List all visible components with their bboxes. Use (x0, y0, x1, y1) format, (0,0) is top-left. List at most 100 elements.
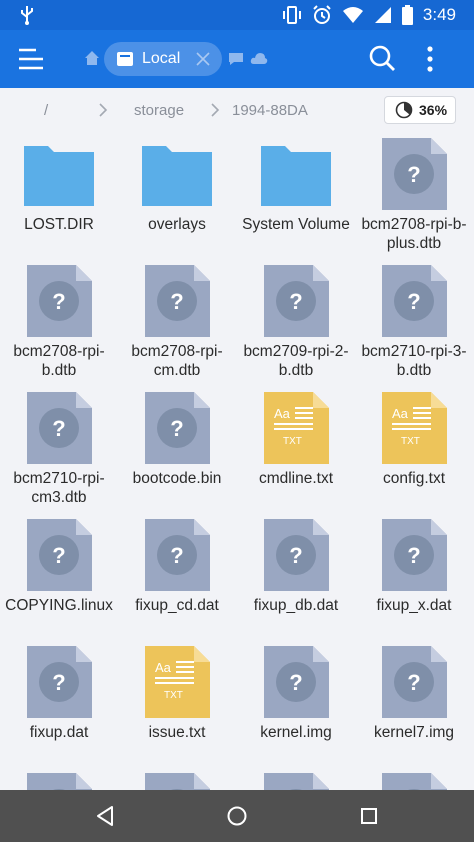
file-item[interactable]: ? fixup.dat (0, 646, 118, 766)
more-vert-icon[interactable] (420, 44, 440, 74)
svg-text:?: ? (52, 289, 65, 314)
unknown-file-icon: ? (24, 519, 94, 591)
unknown-file-icon: ? (379, 519, 449, 591)
file-item[interactable]: ? bcm2710-rpi-cm3.dtb (0, 392, 118, 512)
alarm-icon (313, 5, 331, 24)
file-name: fixup_cd.dat (135, 597, 219, 614)
svg-text:?: ? (170, 543, 183, 568)
file-name: overlays (148, 216, 206, 233)
tab-local-label: Local (142, 50, 181, 67)
unknown-file-icon: ? (24, 265, 94, 337)
file-name: bootcode.bin (132, 470, 222, 487)
chat-icon[interactable] (228, 52, 244, 66)
file-item[interactable]: ? fixup_db.dat (237, 519, 355, 639)
file-item[interactable]: ? COPYING.linux (0, 519, 118, 639)
tab-local[interactable]: Local (104, 42, 222, 76)
file-item[interactable]: ? bcm2709-rpi-2-b.dtb (237, 265, 355, 385)
folder-item[interactable]: LOST.DIR (0, 138, 118, 258)
file-item[interactable]: ? bcm2710-rpi-3-b.dtb (355, 265, 473, 385)
file-name: fixup.dat (29, 724, 89, 741)
signal-icon (374, 7, 391, 23)
status-time: 3:49 (422, 5, 456, 24)
file-item[interactable]: ? fixup_x.dat (355, 519, 473, 639)
file-item[interactable]: Aa TXT cmdline.txt (237, 392, 355, 512)
folder-icon (142, 138, 212, 210)
close-icon[interactable] (194, 50, 212, 68)
battery-icon (401, 5, 413, 25)
file-name: bcm2708-rpi-b-plus.dtb (361, 216, 467, 252)
file-item[interactable]: ? fixup_cd.dat (118, 519, 236, 639)
file-name: LOST.DIR (24, 216, 94, 233)
file-item[interactable]: Aa TXT issue.txt (118, 646, 236, 766)
wifi-icon (342, 7, 363, 23)
file-item[interactable]: ? bcm2708-rpi-cm.dtb (118, 265, 236, 385)
svg-text:?: ? (407, 543, 420, 568)
svg-text:?: ? (407, 670, 420, 695)
unknown-file-icon: ? (379, 138, 449, 210)
file-name: fixup_x.dat (376, 597, 452, 614)
file-item[interactable]: Aa TXT config.txt (355, 392, 473, 512)
file-name: config.txt (382, 470, 446, 487)
unknown-file-icon: ? (261, 519, 331, 591)
svg-text:Aa: Aa (155, 660, 172, 675)
text-file-icon: Aa TXT (379, 392, 449, 464)
svg-text:?: ? (170, 289, 183, 314)
svg-text:?: ? (407, 289, 420, 314)
home-icon[interactable] (84, 50, 100, 66)
storage-usage-percent: 36% (419, 102, 448, 118)
svg-text:?: ? (289, 670, 302, 695)
unknown-file-icon: ? (261, 265, 331, 337)
svg-text:TXT: TXT (164, 690, 183, 701)
storage-usage-badge[interactable]: 36% (384, 96, 456, 124)
unknown-file-icon: ? (379, 265, 449, 337)
home-circle-icon[interactable] (224, 803, 250, 829)
file-name: COPYING.linux (5, 597, 113, 614)
svg-text:?: ? (52, 543, 65, 568)
unknown-file-icon: ? (142, 265, 212, 337)
file-name: bcm2708-rpi-b.dtb (13, 343, 105, 379)
svg-text:Aa: Aa (274, 406, 291, 421)
text-file-icon: Aa TXT (142, 646, 212, 718)
file-name: kernel7.img (373, 724, 455, 741)
status-bar: 3:49 (0, 0, 474, 30)
search-icon[interactable] (368, 44, 396, 72)
cloud-icon[interactable] (250, 51, 268, 65)
file-name: issue.txt (148, 724, 206, 741)
svg-text:?: ? (170, 416, 183, 441)
svg-text:?: ? (52, 670, 65, 695)
back-icon[interactable] (92, 803, 118, 829)
chevron-right-icon (211, 103, 220, 117)
file-name: System Volume (242, 216, 350, 233)
file-name: bcm2708-rpi-cm.dtb (131, 343, 223, 379)
breadcrumb-root[interactable]: / (44, 102, 48, 119)
drive-icon (117, 52, 133, 66)
file-item[interactable]: ? bootcode.bin (118, 392, 236, 512)
unknown-file-icon: ? (379, 646, 449, 718)
folder-item[interactable]: System Volume (237, 138, 355, 258)
file-item[interactable]: ? kernel.img (237, 646, 355, 766)
recents-icon[interactable] (356, 803, 382, 829)
breadcrumb-current[interactable]: 1994-88DA (232, 102, 308, 119)
file-name: bcm2709-rpi-2-b.dtb (243, 343, 349, 379)
file-item[interactable]: ? kernel7.img (355, 646, 473, 766)
text-file-icon: Aa TXT (261, 392, 331, 464)
vibrate-icon (282, 6, 301, 24)
file-name: cmdline.txt (258, 470, 334, 487)
file-item[interactable]: ? bcm2708-rpi-b-plus.dtb (355, 138, 473, 258)
usb-icon (21, 6, 33, 25)
menu-icon[interactable] (18, 46, 44, 72)
file-item[interactable]: ? bcm2708-rpi-b.dtb (0, 265, 118, 385)
svg-text:?: ? (407, 162, 420, 187)
unknown-file-icon: ? (24, 392, 94, 464)
svg-text:?: ? (289, 543, 302, 568)
navigation-bar (0, 790, 474, 842)
chevron-right-icon (99, 103, 108, 117)
folder-item[interactable]: overlays (118, 138, 236, 258)
folder-icon (24, 138, 94, 210)
svg-text:TXT: TXT (283, 436, 302, 447)
app-bar: Local (0, 30, 474, 88)
file-name: fixup_db.dat (253, 597, 339, 614)
file-name: kernel.img (260, 724, 332, 741)
breadcrumb-storage[interactable]: storage (134, 102, 184, 119)
unknown-file-icon: ? (261, 646, 331, 718)
